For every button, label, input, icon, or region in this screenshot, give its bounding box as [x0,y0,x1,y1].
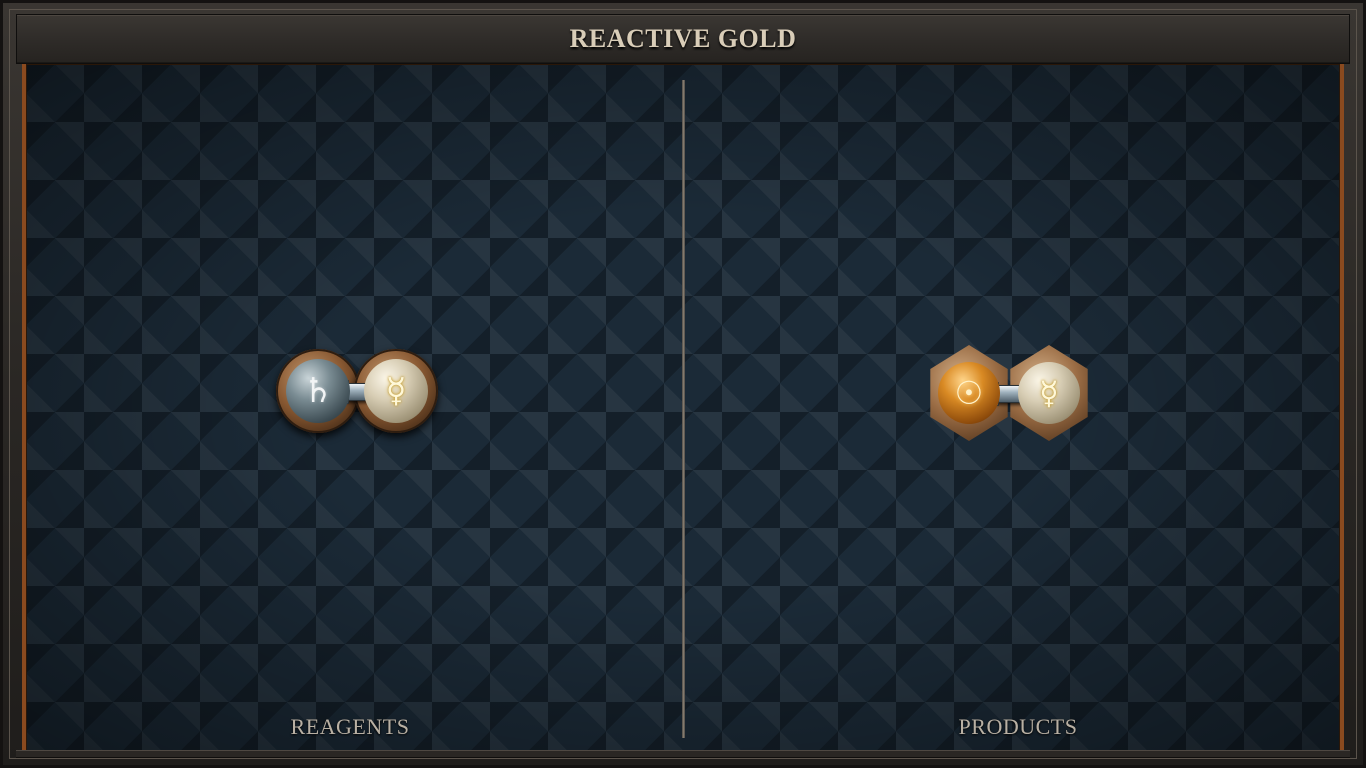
saturn-lead-symbol-icon[interactable]: ♄ [286,359,350,423]
title-bar: REACTIVE GOLD [16,14,1350,64]
products-label: PRODUCTS [958,714,1078,739]
bottom-frame-bar [16,750,1350,758]
sun-gold-symbol-icon: ☉ [938,362,1000,424]
reagents-label: REAGENTS [290,714,410,739]
puzzle-title: REACTIVE GOLD [569,24,797,53]
panel-divider [682,80,685,738]
product-molecule: ☉ ☿ [926,345,1092,441]
mercury-symbol-icon[interactable]: ☿ [364,359,428,423]
mercury-symbol-icon: ☿ [1018,362,1080,424]
reagent-molecule[interactable]: ♄ ☿ [276,349,438,433]
